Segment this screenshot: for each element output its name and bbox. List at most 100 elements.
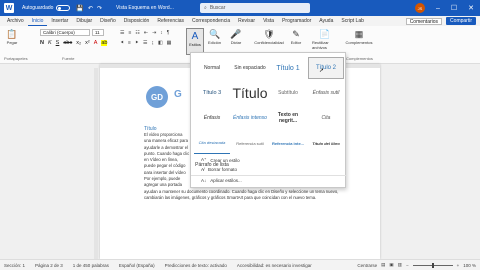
complements-button[interactable]: ▦ Complementos [342, 28, 376, 46]
multilevel-icon[interactable]: ☷ [135, 30, 139, 36]
subscript-button[interactable]: x₂ [76, 40, 81, 46]
bold-button[interactable]: N [40, 40, 44, 46]
style-emphasis[interactable]: Énfasis [194, 107, 230, 129]
status-section[interactable]: Sección: 1 [4, 263, 25, 268]
dictate-button[interactable]: 🎤 Dictar [230, 28, 242, 46]
bullets-icon[interactable]: ☰ [120, 30, 124, 36]
style-normal[interactable]: Normal [194, 57, 230, 79]
maximize-icon[interactable]: ☐ [451, 4, 457, 12]
shading-icon[interactable]: ◧ [158, 40, 163, 46]
style-subtitle[interactable]: Subtítulo [270, 82, 306, 104]
underline-button[interactable]: S [56, 40, 60, 46]
autosave-toggle[interactable]: Autoguardado [22, 5, 71, 11]
autosave-switch[interactable] [56, 5, 71, 11]
undo-icon[interactable]: ↶ [88, 5, 93, 12]
tab-insertar[interactable]: Insertar [47, 16, 72, 26]
title-bar: W Autoguardado 💾 ↶ ↷ Vista Esquema en Wo… [0, 0, 480, 16]
style-subtle-emphasis[interactable]: Énfasis sutil [308, 82, 344, 104]
style-intense-emphasis[interactable]: Énfasis intenso [232, 107, 268, 129]
share-button[interactable]: Compartir [446, 17, 476, 25]
menu-apply-styles[interactable]: A↓ Aplicar estilos... [201, 178, 242, 183]
web-layout-icon[interactable]: ▥ [398, 262, 402, 268]
apply-styles-label: Aplicar estilos... [210, 178, 242, 183]
redo-icon[interactable]: ↷ [97, 5, 102, 12]
status-language[interactable]: Español (España) [119, 263, 155, 268]
style-strong[interactable]: Texto en negrit... [270, 107, 306, 129]
editor-button[interactable]: ✎ Editor [290, 28, 302, 46]
status-focus[interactable]: Centrarse [357, 263, 377, 268]
justify-icon[interactable]: ☰ [143, 40, 147, 46]
align-center-icon[interactable]: ≡ [128, 40, 131, 46]
styles-button[interactable]: A Estilos [186, 28, 204, 55]
status-words[interactable]: 1 de 450 palabras [73, 263, 109, 268]
tab-archivo[interactable]: Archivo [3, 16, 28, 26]
tab-ayuda[interactable]: Ayuda [315, 16, 337, 26]
style-title[interactable]: Título [232, 82, 268, 104]
style-no-spacing[interactable]: Sin espaciado [232, 57, 268, 79]
reuse-files-button[interactable]: 📄 Reutilizar archivos [312, 28, 338, 51]
decrease-indent-icon[interactable]: ⇤ [144, 30, 148, 36]
highlight-icon[interactable]: ab [101, 40, 108, 46]
edit-button[interactable]: 🔍 Edición [208, 28, 221, 46]
style-heading-1[interactable]: Título 1 [270, 57, 306, 79]
menu-clear-formatting[interactable]: A̸ Borrar formato [201, 167, 237, 172]
document-paragraph-3[interactable]: ayudan a mantener su documento coordinad… [144, 189, 344, 209]
zoom-level[interactable]: 100 % [463, 263, 476, 268]
style-intense-quote[interactable]: Cita destacada [194, 132, 230, 154]
status-predictions[interactable]: Predicciones de texto: activado [165, 263, 227, 268]
superscript-button[interactable]: x² [85, 40, 90, 46]
print-layout-icon[interactable]: ▣ [389, 262, 393, 268]
font-name-select[interactable]: Calibri (Cuerpo) [40, 29, 90, 36]
search-box[interactable]: ⌕ Buscar [200, 3, 310, 13]
tab-referencias[interactable]: Referencias [153, 16, 188, 26]
italic-button[interactable]: K [48, 40, 52, 46]
clear-format-label: Borrar formato [208, 167, 238, 172]
zoom-slider[interactable] [412, 262, 453, 268]
strikethrough-button[interactable]: abc [63, 40, 72, 46]
editor-icon: ✎ [292, 28, 300, 39]
addins-icon: ▦ [354, 28, 364, 39]
tab-vista[interactable]: Vista [259, 16, 278, 26]
status-accessibility[interactable]: Accesibilidad: es necesario investigar [237, 263, 312, 268]
line-spacing-icon[interactable]: ↨ [151, 40, 154, 46]
increase-indent-icon[interactable]: ⇥ [152, 30, 156, 36]
tab-revisar[interactable]: Revisar [234, 16, 259, 26]
read-mode-icon[interactable]: ▤ [381, 262, 385, 268]
tab-script-lab[interactable]: Script Lab [337, 16, 368, 26]
document-paragraph-2[interactable]: Por ejemplo, puede agregar una portada c… [144, 176, 190, 188]
tab-correspondencia[interactable]: Correspondencia [188, 16, 234, 26]
style-book-title[interactable]: Título del libro [308, 132, 344, 154]
zoom-in-icon[interactable]: + [457, 263, 460, 268]
document-paragraph-1[interactable]: El vídeo proporciona una manera eficaz p… [144, 132, 190, 174]
style-subtle-reference[interactable]: Referencia sutil [232, 132, 268, 154]
tab-dibujar[interactable]: Dibujar [72, 16, 96, 26]
close-icon[interactable]: ✕ [468, 4, 474, 12]
style-heading-3[interactable]: Título 3 [194, 82, 230, 104]
numbering-icon[interactable]: ≡ [128, 30, 131, 36]
sort-icon[interactable]: ↕ [160, 30, 163, 36]
minimize-icon[interactable]: – [436, 5, 440, 12]
font-color-icon[interactable]: A [94, 40, 98, 46]
tab-inicio[interactable]: Inicio [27, 16, 48, 26]
borders-icon[interactable]: ▦ [167, 40, 172, 46]
avatar[interactable]: JS [414, 3, 425, 13]
align-left-icon[interactable]: ⯇ [120, 40, 124, 46]
tab-programador[interactable]: Programador [278, 16, 315, 26]
vertical-ruler[interactable] [94, 68, 98, 259]
tab-diseno[interactable]: Diseño [96, 16, 120, 26]
tab-disposicion[interactable]: Disposición [120, 16, 154, 26]
status-page[interactable]: Página 2 de 3 [35, 263, 63, 268]
zoom-out-icon[interactable]: − [406, 263, 409, 268]
style-quote[interactable]: Cita [308, 107, 344, 129]
pilcrow-icon[interactable]: ¶ [167, 30, 170, 36]
font-size-select[interactable]: 11 [92, 29, 104, 36]
paste-button[interactable]: 📋 Pegar [6, 28, 18, 46]
sensitivity-button[interactable]: 🛡 Confidencialidad [250, 28, 288, 46]
style-intense-reference[interactable]: Referencia inte... [270, 132, 306, 154]
align-right-icon[interactable]: ⯈ [135, 40, 139, 46]
menu-create-style[interactable]: A⁺ Crear un estilo [201, 157, 240, 163]
save-icon[interactable]: 💾 [76, 5, 83, 12]
microphone-icon: 🎤 [230, 28, 242, 39]
comments-button[interactable]: Comentarios [405, 17, 443, 25]
style-heading-2[interactable]: Título 2 [308, 57, 344, 79]
